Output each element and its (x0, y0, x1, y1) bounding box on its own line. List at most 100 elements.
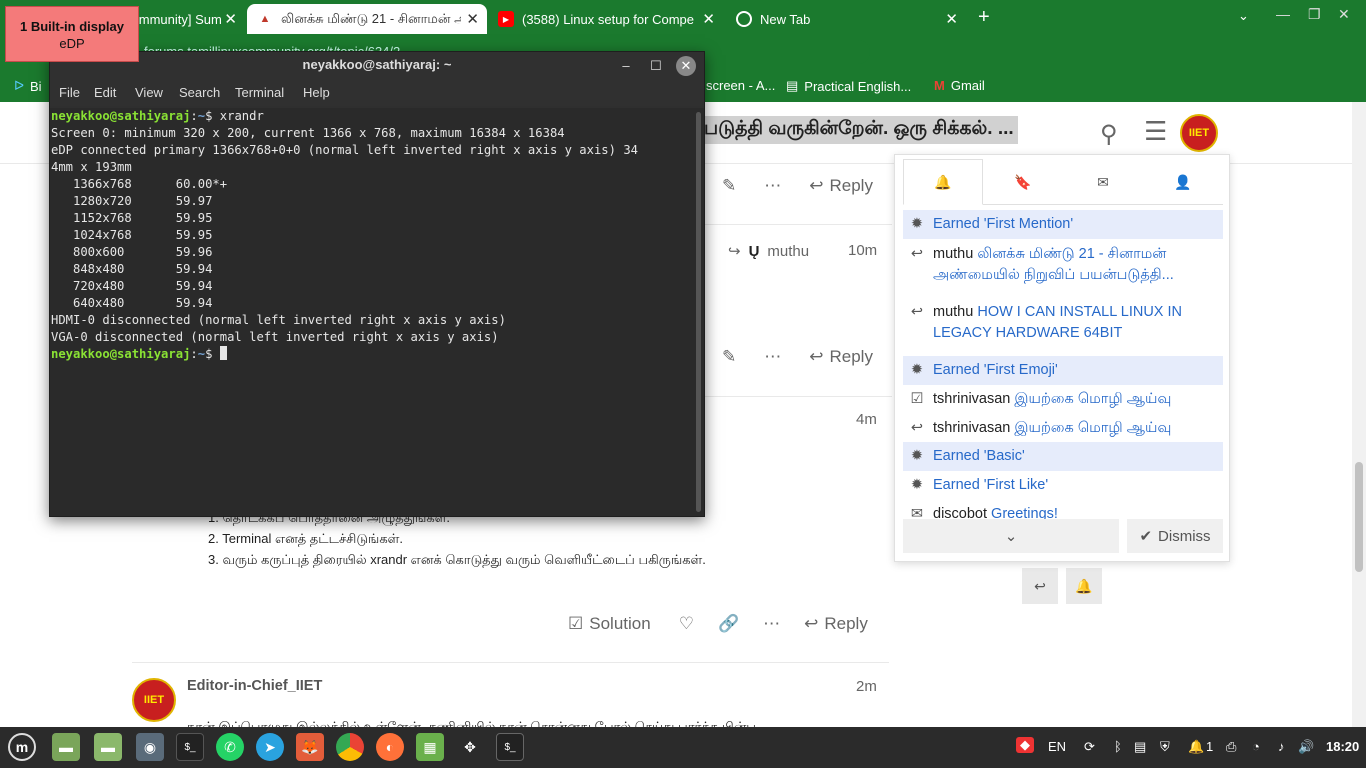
bookmark-practical-english[interactable]: ▤ Practical English... (786, 78, 911, 94)
more-icon[interactable]: ⋯ (764, 347, 781, 367)
author-name[interactable]: Editor-in-Chief_IIET (187, 678, 322, 694)
minimize-window-button[interactable]: — (1276, 6, 1290, 22)
notification-item[interactable]: ☑ tshrinivasan இயற்கை மொழி ஆய்வு (903, 385, 1223, 414)
shield-icon[interactable]: ⛨ (1160, 739, 1170, 755)
bookmark-bing[interactable]: ᐅ Bi (14, 78, 42, 94)
reply-button[interactable]: Reply (830, 176, 873, 196)
menu-edit[interactable]: Edit (94, 85, 116, 100)
spreadsheet-icon[interactable]: ▦ (416, 733, 444, 761)
notification-item[interactable]: ↩ muthu HOW I CAN INSTALL LINUX IN LEGACY… (903, 298, 1223, 348)
notification-item[interactable]: ↩ muthu லினக்சு மிண்டு 21 - சினாமன் அண்மை… (903, 240, 1223, 290)
terminal-scrollbar[interactable] (694, 108, 704, 516)
restore-window-button[interactable]: ❐ (1308, 6, 1321, 23)
gitlab-icon[interactable]: 🦊 (296, 733, 324, 761)
printer-icon[interactable]: ⎙ (1226, 739, 1236, 755)
menu-search[interactable]: Search (179, 85, 220, 100)
checkmark-icon: ✔ (1139, 528, 1153, 545)
terminal-window[interactable]: neyakkoo@sathiyaraj: ~ – ☐ ✕ File Edit V… (49, 51, 705, 517)
notification-link[interactable]: Earned 'First Mention' (933, 216, 1073, 232)
reply-to-indicator[interactable]: ↪ Ų muthu (728, 242, 809, 261)
checkbox-icon[interactable]: ☑ (568, 614, 583, 634)
tab-search-icon[interactable]: ⌄ (1238, 8, 1249, 24)
bookmark-gmail[interactable]: M Gmail (934, 78, 985, 93)
menu-help[interactable]: Help (303, 85, 330, 100)
minimize-icon[interactable]: – (616, 56, 636, 76)
tab-profile-user-icon[interactable]: 👤 (1143, 159, 1223, 205)
new-tab-button[interactable]: + (978, 6, 990, 29)
tab-forum[interactable]: ▲ லினக்சு மிண்டு 21 - சினாமன் அ ✕ (247, 4, 487, 34)
bookmark-screen[interactable]: screen - A... (706, 78, 775, 93)
close-tab-icon[interactable]: ✕ (466, 10, 479, 28)
close-tab-icon[interactable]: ✕ (945, 10, 958, 28)
notification-item[interactable]: ✹ Earned 'Basic' (903, 442, 1223, 471)
notification-item[interactable]: ✹ Earned 'First Emoji' (903, 356, 1223, 385)
topic-title[interactable]: படுத்தி வருகின்றேன். ஒரு சிக்கல். ... (700, 116, 1018, 144)
solution-button[interactable]: Solution (589, 614, 650, 634)
author-avatar[interactable]: IIET (132, 678, 176, 722)
close-window-button[interactable]: ✕ (1338, 6, 1350, 23)
more-icon[interactable]: ⋯ (764, 176, 781, 196)
telegram-icon[interactable]: ➤ (256, 733, 284, 761)
mint-menu-icon[interactable]: m (8, 733, 36, 761)
wifi-icon[interactable]: ◔ (1252, 739, 1260, 754)
step-item: 3. வரும் கருப்புத் திரையில் xrandr எனக் … (208, 552, 706, 567)
terminal-launcher-icon[interactable]: $_ (176, 733, 204, 761)
close-tab-icon[interactable]: ✕ (224, 10, 237, 28)
edit-icon[interactable]: ✎ (722, 347, 736, 367)
close-icon[interactable]: ✕ (676, 56, 696, 76)
notification-link[interactable]: இயற்கை மொழி ஆய்வு (1014, 420, 1171, 436)
update-manager-icon[interactable]: ⟳ (1084, 739, 1095, 755)
move-icon[interactable]: ✥ (456, 733, 484, 761)
notification-link[interactable]: Earned 'First Emoji' (933, 362, 1058, 378)
menu-file[interactable]: File (59, 85, 80, 100)
tab-bookmarks-icon[interactable]: 🔖 (983, 159, 1063, 205)
clipboard-icon[interactable]: ▤ (1134, 739, 1146, 755)
terminal-output[interactable]: neyakkoo@sathiyaraj:~$ xrandr Screen 0: m… (50, 108, 694, 516)
search-icon[interactable]: ⚲ (1100, 120, 1118, 149)
edit-icon[interactable]: ✎ (722, 176, 736, 196)
user-avatar[interactable]: IIET (1180, 114, 1218, 152)
scrollbar-thumb[interactable] (1355, 462, 1363, 572)
hamburger-menu-icon[interactable]: ☰ (1144, 116, 1167, 147)
page-scrollbar[interactable] (1352, 102, 1366, 727)
whatsapp-icon[interactable]: ✆ (216, 733, 244, 761)
music-icon[interactable]: ♪ (1278, 739, 1285, 754)
show-more-button[interactable]: ⌄ (903, 519, 1119, 553)
terminal-title[interactable]: neyakkoo@sathiyaraj: ~ (50, 52, 704, 80)
terminal-task-icon[interactable]: $_ (496, 733, 524, 761)
notifications-tray-icon[interactable]: 🔔 (1188, 739, 1204, 755)
notification-item[interactable]: ✹ Earned 'First Like' (903, 471, 1223, 500)
notification-level-button[interactable]: 🔔 (1066, 568, 1102, 604)
link-icon[interactable]: 🔗 (718, 614, 739, 634)
notification-item[interactable]: ↩ tshrinivasan இயற்கை மொழி ஆய்வு (903, 414, 1223, 443)
anydesk-icon[interactable]: ◆ (1016, 737, 1034, 753)
chrome-launcher-icon[interactable] (336, 733, 364, 761)
dismiss-button[interactable]: ✔ Dismiss (1127, 519, 1223, 553)
more-icon[interactable]: ⋯ (763, 614, 780, 634)
tab-notifications-bell-icon[interactable]: 🔔 (903, 159, 983, 205)
firefox-icon[interactable]: ◐ (376, 733, 404, 761)
reply-button[interactable]: Reply (830, 347, 873, 367)
menu-terminal[interactable]: Terminal (235, 85, 284, 100)
bluetooth-icon[interactable]: ᛒ (1114, 739, 1122, 754)
files-icon[interactable]: ▬ (52, 733, 80, 761)
reply-button[interactable]: Reply (824, 614, 867, 634)
notification-link[interactable]: இயற்கை மொழி ஆய்வு (1014, 391, 1171, 407)
tab-youtube[interactable]: ▶ (3588) Linux setup for Compe ✕ (488, 4, 723, 34)
close-tab-icon[interactable]: ✕ (702, 10, 715, 28)
camera-icon[interactable]: ◉ (136, 733, 164, 761)
volume-icon[interactable]: 🔊 (1298, 739, 1314, 755)
terminal-scroll-thumb[interactable] (696, 112, 701, 512)
reply-float-button[interactable]: ↩ (1022, 568, 1058, 604)
keyboard-layout[interactable]: EN (1048, 739, 1066, 754)
tab-new[interactable]: New Tab ✕ (726, 4, 966, 34)
notification-item[interactable]: ✹ Earned 'First Mention' (903, 210, 1223, 239)
folder-icon[interactable]: ▬ (94, 733, 122, 761)
clock[interactable]: 18:20 (1326, 739, 1359, 754)
notification-link[interactable]: Earned 'First Like' (933, 477, 1048, 493)
like-heart-icon[interactable]: ♡ (679, 614, 694, 634)
notification-link[interactable]: Earned 'Basic' (933, 448, 1025, 464)
menu-view[interactable]: View (135, 85, 163, 100)
maximize-icon[interactable]: ☐ (646, 56, 666, 76)
tab-messages-envelope-icon[interactable]: ✉ (1063, 159, 1143, 205)
